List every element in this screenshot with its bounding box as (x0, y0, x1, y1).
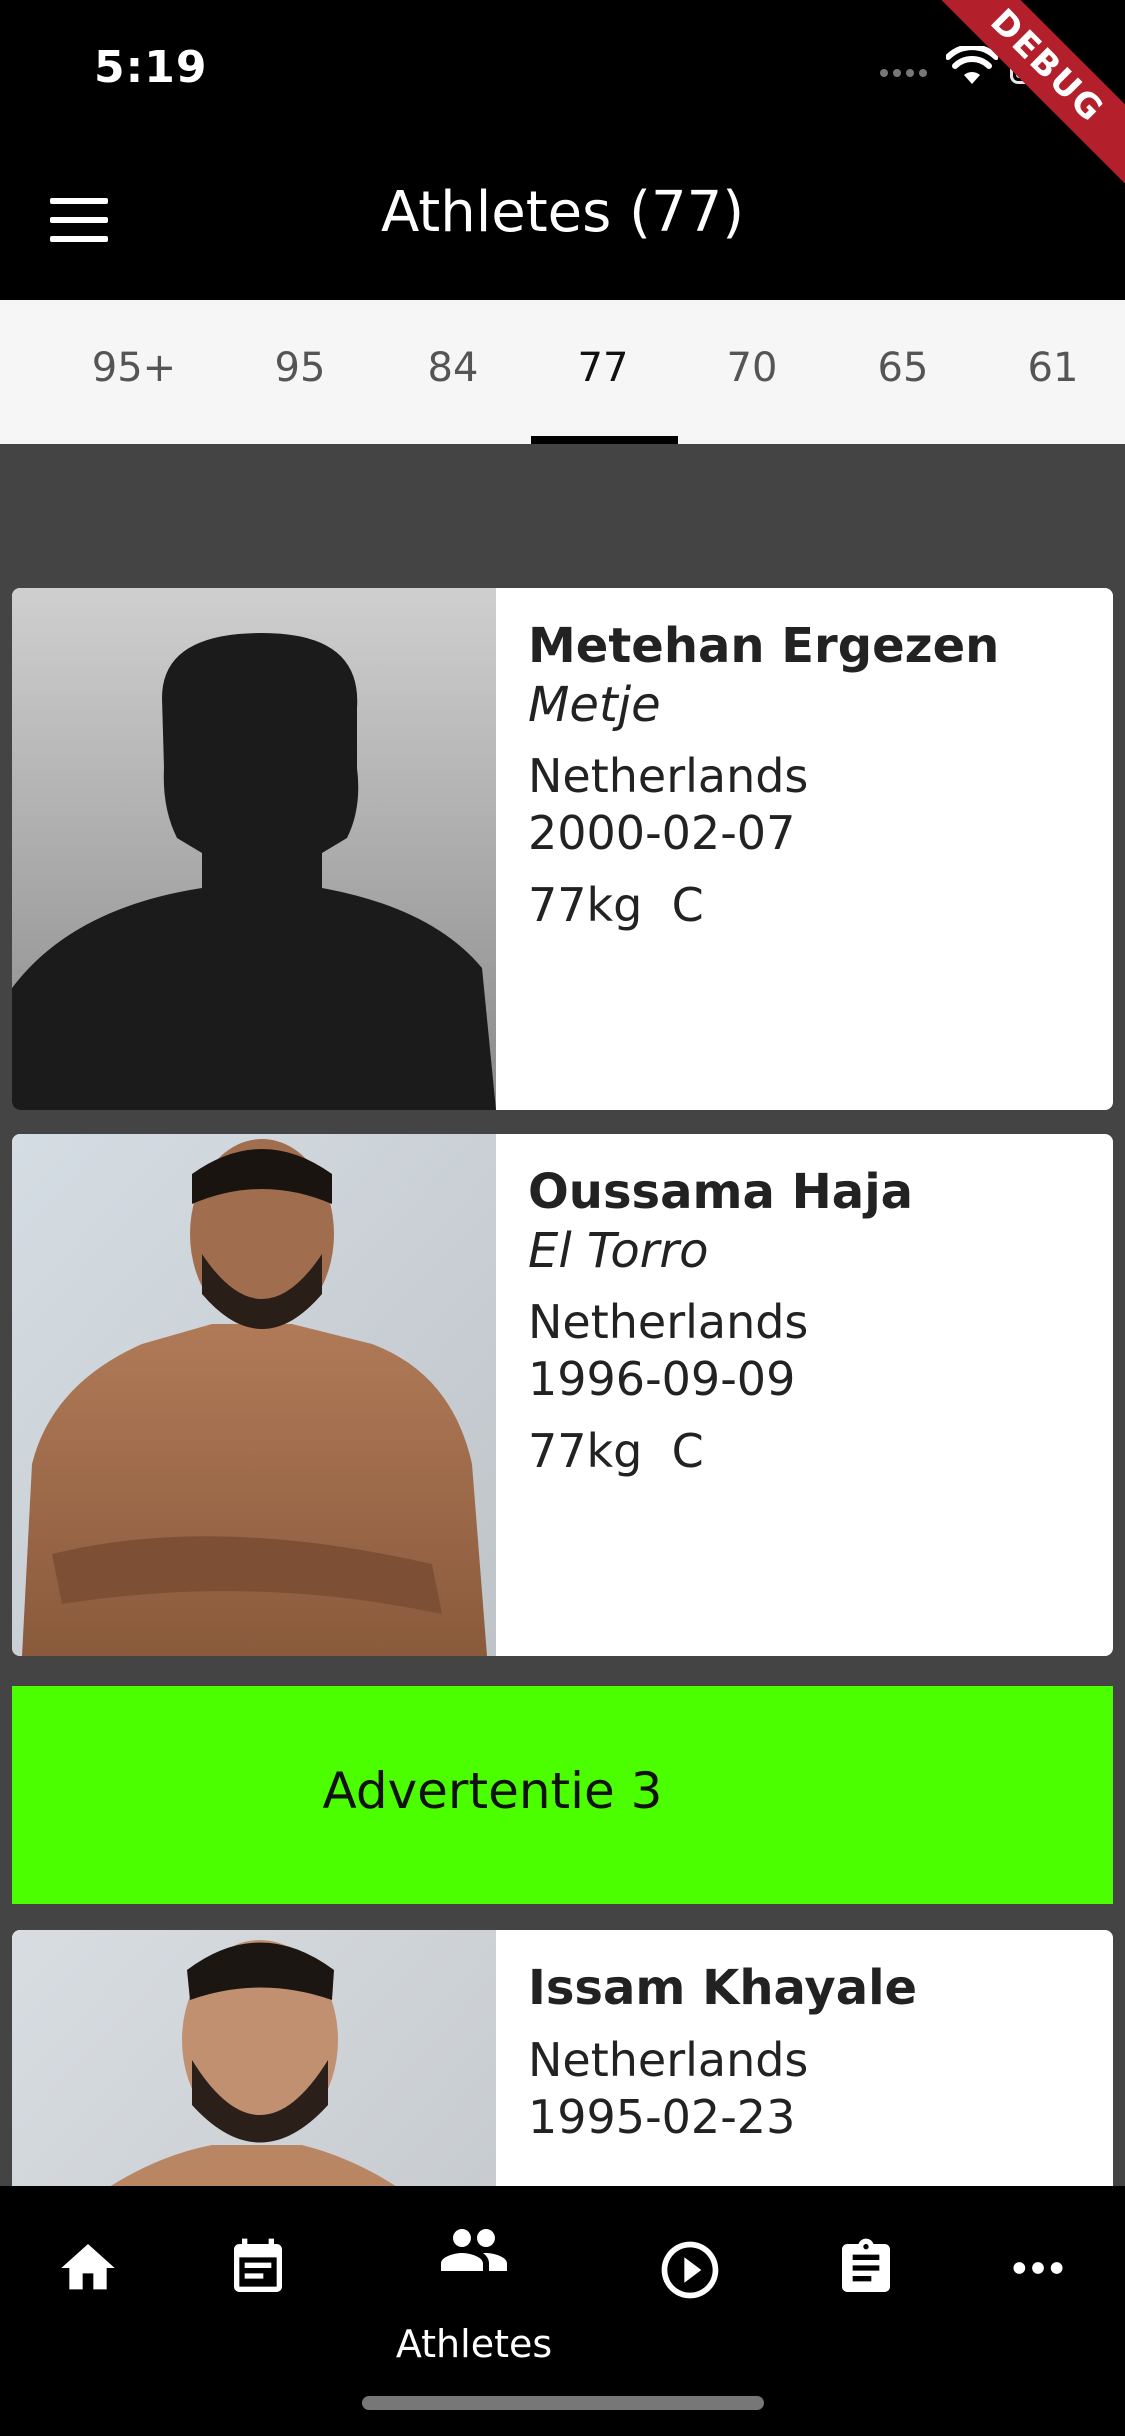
athlete-name: Metehan Ergezen (528, 618, 1000, 674)
athlete-dob: 2000-02-07 (528, 806, 796, 860)
athlete-info: Oussama Haja El Torro Netherlands 1996-0… (528, 1162, 1093, 1480)
athlete-photo (12, 1134, 496, 1656)
athlete-nickname: Metje (528, 677, 661, 733)
tab-70[interactable]: 70 (677, 300, 827, 444)
athlete-country: Netherlands (528, 1295, 809, 1349)
nav-athletes[interactable]: Athletes (396, 2222, 552, 2366)
advertisement-banner[interactable]: Advertentie 3 (12, 1686, 1113, 1904)
tab-77[interactable]: 77 (528, 300, 678, 444)
athlete-list[interactable]: Metehan Ergezen Metje Netherlands 2000-0… (0, 444, 1125, 2186)
tab-95[interactable]: 95 (225, 300, 375, 444)
nav-athletes-label: Athletes (395, 2322, 553, 2366)
athlete-card[interactable]: Issam Khayale Netherlands 1995-02-23 (12, 1930, 1113, 2186)
people-icon (441, 2229, 507, 2271)
tab-61[interactable]: 61 (978, 300, 1125, 444)
cellular-signal-icon (880, 62, 932, 77)
nav-more[interactable] (978, 2236, 1098, 2356)
athlete-info: Metehan Ergezen Metje Netherlands 2000-0… (528, 616, 1093, 934)
home-icon (61, 2244, 115, 2290)
calendar-event-icon (234, 2238, 282, 2292)
status-bar: 5:19 (0, 0, 1125, 140)
more-horiz-icon (1013, 2262, 1063, 2274)
athlete-weight: 77kg (528, 1424, 643, 1478)
athlete-class: C (671, 1424, 704, 1478)
wifi-icon (946, 46, 998, 84)
athlete-photo (12, 1930, 496, 2186)
athlete-dob: 1996-09-09 (528, 1352, 796, 1406)
advertisement-text: Advertentie 3 (322, 1762, 663, 1820)
athlete-info: Issam Khayale Netherlands 1995-02-23 (528, 1958, 1093, 2146)
avatar-placeholder-silhouette (12, 588, 496, 1110)
nav-results[interactable] (806, 2236, 926, 2356)
athlete-weight: 77kg (528, 878, 643, 932)
athlete-name: Oussama Haja (528, 1164, 914, 1220)
home-indicator (362, 2396, 764, 2410)
athlete-dob: 1995-02-23 (528, 2090, 796, 2144)
page-title: Athletes (77) (380, 180, 745, 245)
nav-events[interactable] (198, 2236, 318, 2356)
athlete-card[interactable]: Metehan Ergezen Metje Netherlands 2000-0… (12, 588, 1113, 1110)
nav-videos[interactable] (630, 2236, 750, 2356)
athlete-country: Netherlands (528, 749, 809, 803)
athlete-country: Netherlands (528, 2033, 809, 2087)
athlete-weight-class: 77kg C (528, 877, 1093, 934)
athlete-card[interactable]: Oussama Haja El Torro Netherlands 1996-0… (12, 1134, 1113, 1656)
tab-95-plus[interactable]: 95+ (59, 300, 209, 444)
athlete-nickname: El Torro (528, 1223, 709, 1279)
athlete-name: Issam Khayale (528, 1960, 918, 2016)
tab-indicator (531, 436, 678, 444)
athlete-class: C (671, 878, 704, 932)
clipboard-icon (842, 2238, 890, 2292)
tab-65[interactable]: 65 (828, 300, 978, 444)
tab-84[interactable]: 84 (378, 300, 528, 444)
weight-class-tabs: 95+ 95 84 77 70 65 61 (0, 300, 1125, 444)
nav-home[interactable] (28, 2236, 148, 2356)
play-circle-icon (661, 2241, 719, 2299)
status-time: 5:19 (94, 42, 208, 93)
app-bar: Athletes (77) (0, 140, 1125, 300)
athlete-weight-class: 77kg C (528, 1423, 1093, 1480)
